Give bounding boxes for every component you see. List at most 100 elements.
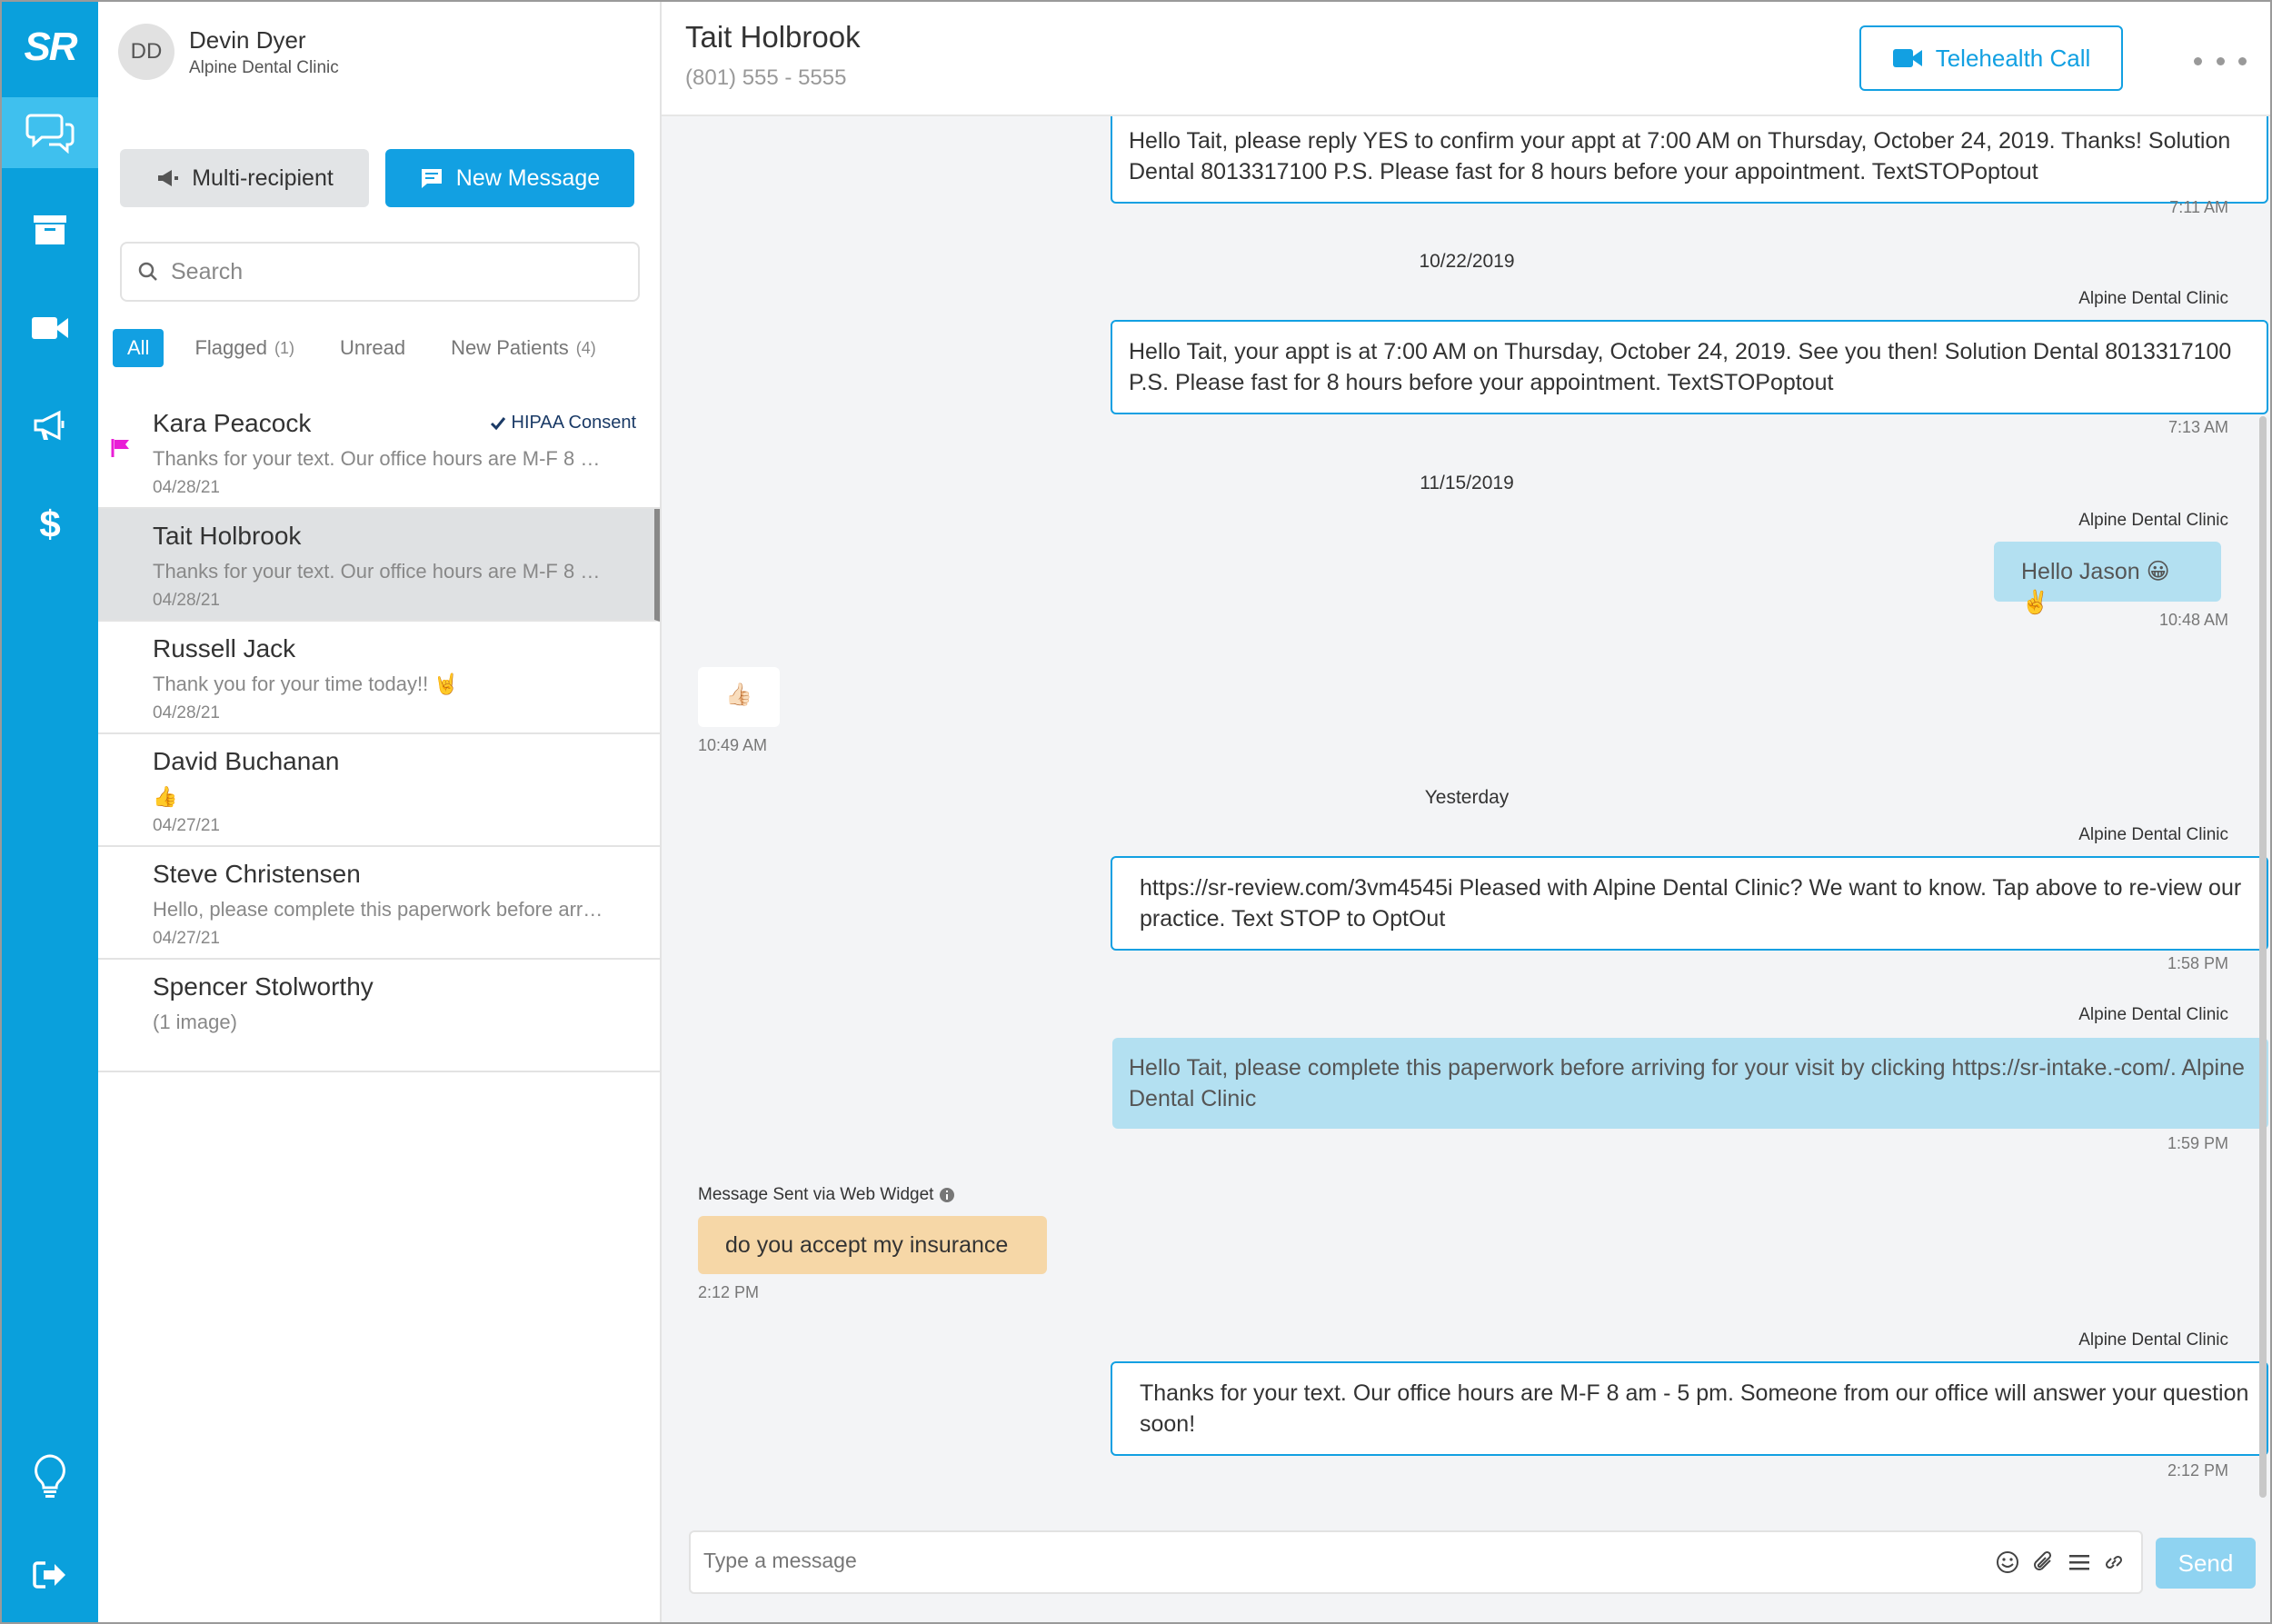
contact-name: Kara Peacock bbox=[153, 409, 312, 437]
conversation-item[interactable]: Kara Peacock HIPAA Consent Thanks for yo… bbox=[98, 396, 660, 509]
outgoing-message: Thanks for your text. Our office hours a… bbox=[1111, 1361, 2268, 1456]
conversation-item[interactable]: Steve Christensen Hello, please complete… bbox=[98, 847, 660, 960]
lightbulb-icon bbox=[35, 1454, 65, 1498]
web-widget-label: Message Sent via Web Widget bbox=[698, 1185, 955, 1205]
message-time: 2:12 PM bbox=[698, 1283, 760, 1301]
video-camera-icon bbox=[32, 317, 68, 339]
day-separator: 10/22/2019 bbox=[1419, 251, 1515, 272]
search-icon bbox=[138, 262, 157, 281]
user-org: Alpine Dental Clinic bbox=[189, 57, 339, 77]
message-time: 7:11 AM bbox=[2169, 198, 2228, 216]
info-icon[interactable] bbox=[939, 1187, 955, 1203]
message-preview: Thank you for your time today!! 🤘 bbox=[153, 673, 459, 695]
tab-flagged[interactable]: Flagged (1) bbox=[194, 336, 294, 360]
multi-recipient-button[interactable]: Multi-recipient bbox=[120, 149, 369, 207]
chat-bubbles-icon bbox=[25, 114, 75, 154]
emoji-icon[interactable] bbox=[1996, 1550, 2019, 1574]
tab-unread[interactable]: Unread bbox=[340, 336, 405, 360]
new-message-button[interactable]: New Message bbox=[385, 149, 634, 207]
chat-panel: Tait Holbrook (801) 555 - 5555 Telehealt… bbox=[662, 2, 2270, 1622]
nav-payments[interactable]: $ bbox=[2, 489, 98, 560]
web-widget-text: Message Sent via Web Widget bbox=[698, 1185, 934, 1204]
message-preview: Hello, please complete this paperwork be… bbox=[153, 898, 603, 921]
dollar-icon: $ bbox=[39, 504, 60, 544]
template-list-icon[interactable] bbox=[2068, 1552, 2090, 1572]
tab-label: Unread bbox=[339, 336, 406, 359]
message-thread: Hello Tait, please reply YES to confirm … bbox=[662, 116, 2270, 1527]
new-message-label: New Message bbox=[455, 164, 601, 191]
search-box[interactable] bbox=[120, 242, 640, 302]
tab-label: Flagged bbox=[194, 336, 267, 359]
contact-name: David Buchanan bbox=[153, 747, 340, 775]
hipaa-label: HIPAA Consent bbox=[511, 413, 636, 433]
incoming-message: 👍🏻 bbox=[698, 667, 780, 727]
outgoing-message: https://sr-review.com/3vm4545i Pleased w… bbox=[1111, 856, 2268, 951]
filter-tabs: All Flagged (1) Unread New Patients (4) bbox=[113, 329, 642, 367]
outgoing-message: Hello Jason 😀✌️ bbox=[1994, 542, 2221, 615]
multi-recipient-label: Multi-recipient bbox=[192, 164, 334, 191]
message-time: 2:12 PM bbox=[2167, 1461, 2228, 1480]
conversation-item[interactable]: David Buchanan 👍 04/27/21 bbox=[98, 734, 660, 847]
nav-video[interactable] bbox=[2, 293, 98, 364]
telehealth-call-button[interactable]: Telehealth Call bbox=[1859, 25, 2123, 91]
message-date: 04/28/21 bbox=[153, 703, 220, 722]
logout-icon bbox=[33, 1561, 65, 1589]
message-input[interactable] bbox=[703, 1549, 1885, 1573]
message-preview: Thanks for your text. Our office hours a… bbox=[153, 447, 601, 470]
message-time: 1:59 PM bbox=[2167, 1134, 2228, 1152]
app-logo: SR bbox=[24, 25, 77, 69]
archive-box-icon bbox=[34, 215, 66, 244]
video-camera-icon bbox=[1892, 49, 1922, 67]
conversation-item[interactable]: Spencer Stolworthy (1 image) bbox=[98, 960, 660, 1072]
message-time: 7:13 AM bbox=[2167, 418, 2228, 436]
message-date: 04/28/21 bbox=[153, 478, 220, 497]
nav-campaigns[interactable] bbox=[2, 391, 98, 462]
sender-label: Alpine Dental Clinic bbox=[2078, 511, 2228, 530]
scrollbar[interactable] bbox=[2259, 416, 2267, 1498]
message-date: 04/28/21 bbox=[153, 591, 220, 610]
tab-new-patients[interactable]: New Patients (4) bbox=[451, 336, 596, 360]
contact-name: Steve Christensen bbox=[153, 860, 361, 888]
outgoing-message: Hello Tait, please reply YES to confirm … bbox=[1111, 116, 2268, 204]
conversation-item[interactable]: Russell Jack Thank you for your time tod… bbox=[98, 622, 660, 734]
contact-name: Spencer Stolworthy bbox=[153, 972, 374, 1001]
message-preview: Thanks for your text. Our office hours a… bbox=[153, 560, 601, 583]
megaphone-icon bbox=[158, 170, 179, 186]
sender-label: Alpine Dental Clinic bbox=[2078, 825, 2228, 844]
incoming-message: do you accept my insurance bbox=[698, 1216, 1047, 1274]
conversation-list: Kara Peacock HIPAA Consent Thanks for yo… bbox=[98, 396, 660, 1072]
chat-title: Tait Holbrook bbox=[685, 20, 861, 54]
tab-count: (4) bbox=[575, 338, 596, 357]
megaphone-icon bbox=[34, 410, 65, 441]
paperclip-icon[interactable] bbox=[2032, 1550, 2056, 1574]
message-time: 10:48 AM bbox=[2158, 611, 2228, 629]
send-button[interactable]: Send bbox=[2156, 1538, 2256, 1589]
app-window: SR $ DD Devin Dyer Alpine Dental Clinic … bbox=[0, 0, 2272, 1624]
conversation-panel: DD Devin Dyer Alpine Dental Clinic Multi… bbox=[98, 2, 662, 1622]
message-preview: 👍 bbox=[153, 785, 178, 808]
checkmark-icon bbox=[490, 416, 505, 430]
nav-messages[interactable] bbox=[2, 97, 98, 168]
day-separator: 11/15/2019 bbox=[1420, 473, 1514, 493]
nav-tips[interactable] bbox=[2, 1441, 98, 1512]
link-icon[interactable] bbox=[2103, 1551, 2125, 1573]
svg-text:$: $ bbox=[39, 504, 60, 544]
sender-label: Alpine Dental Clinic bbox=[2078, 289, 2228, 308]
message-icon bbox=[421, 169, 442, 188]
chat-phone: (801) 555 - 5555 bbox=[685, 65, 847, 90]
contact-name: Tait Holbrook bbox=[153, 522, 302, 550]
sender-label: Alpine Dental Clinic bbox=[2078, 1005, 2228, 1024]
nav-archive[interactable] bbox=[2, 194, 98, 265]
current-user[interactable]: DD Devin Dyer Alpine Dental Clinic bbox=[118, 20, 339, 84]
search-input[interactable] bbox=[171, 258, 607, 285]
more-options-icon[interactable] bbox=[2194, 45, 2247, 76]
message-time: 10:49 AM bbox=[698, 736, 768, 754]
user-name: Devin Dyer bbox=[189, 25, 306, 54]
sender-label: Alpine Dental Clinic bbox=[2078, 1330, 2228, 1350]
nav-logout[interactable] bbox=[2, 1539, 98, 1610]
tab-count: (1) bbox=[274, 338, 294, 357]
tab-all[interactable]: All bbox=[113, 329, 164, 367]
tab-label: All bbox=[127, 336, 150, 359]
conversation-item-selected[interactable]: Tait Holbrook Thanks for your text. Our … bbox=[98, 509, 660, 622]
flag-icon bbox=[111, 439, 129, 457]
